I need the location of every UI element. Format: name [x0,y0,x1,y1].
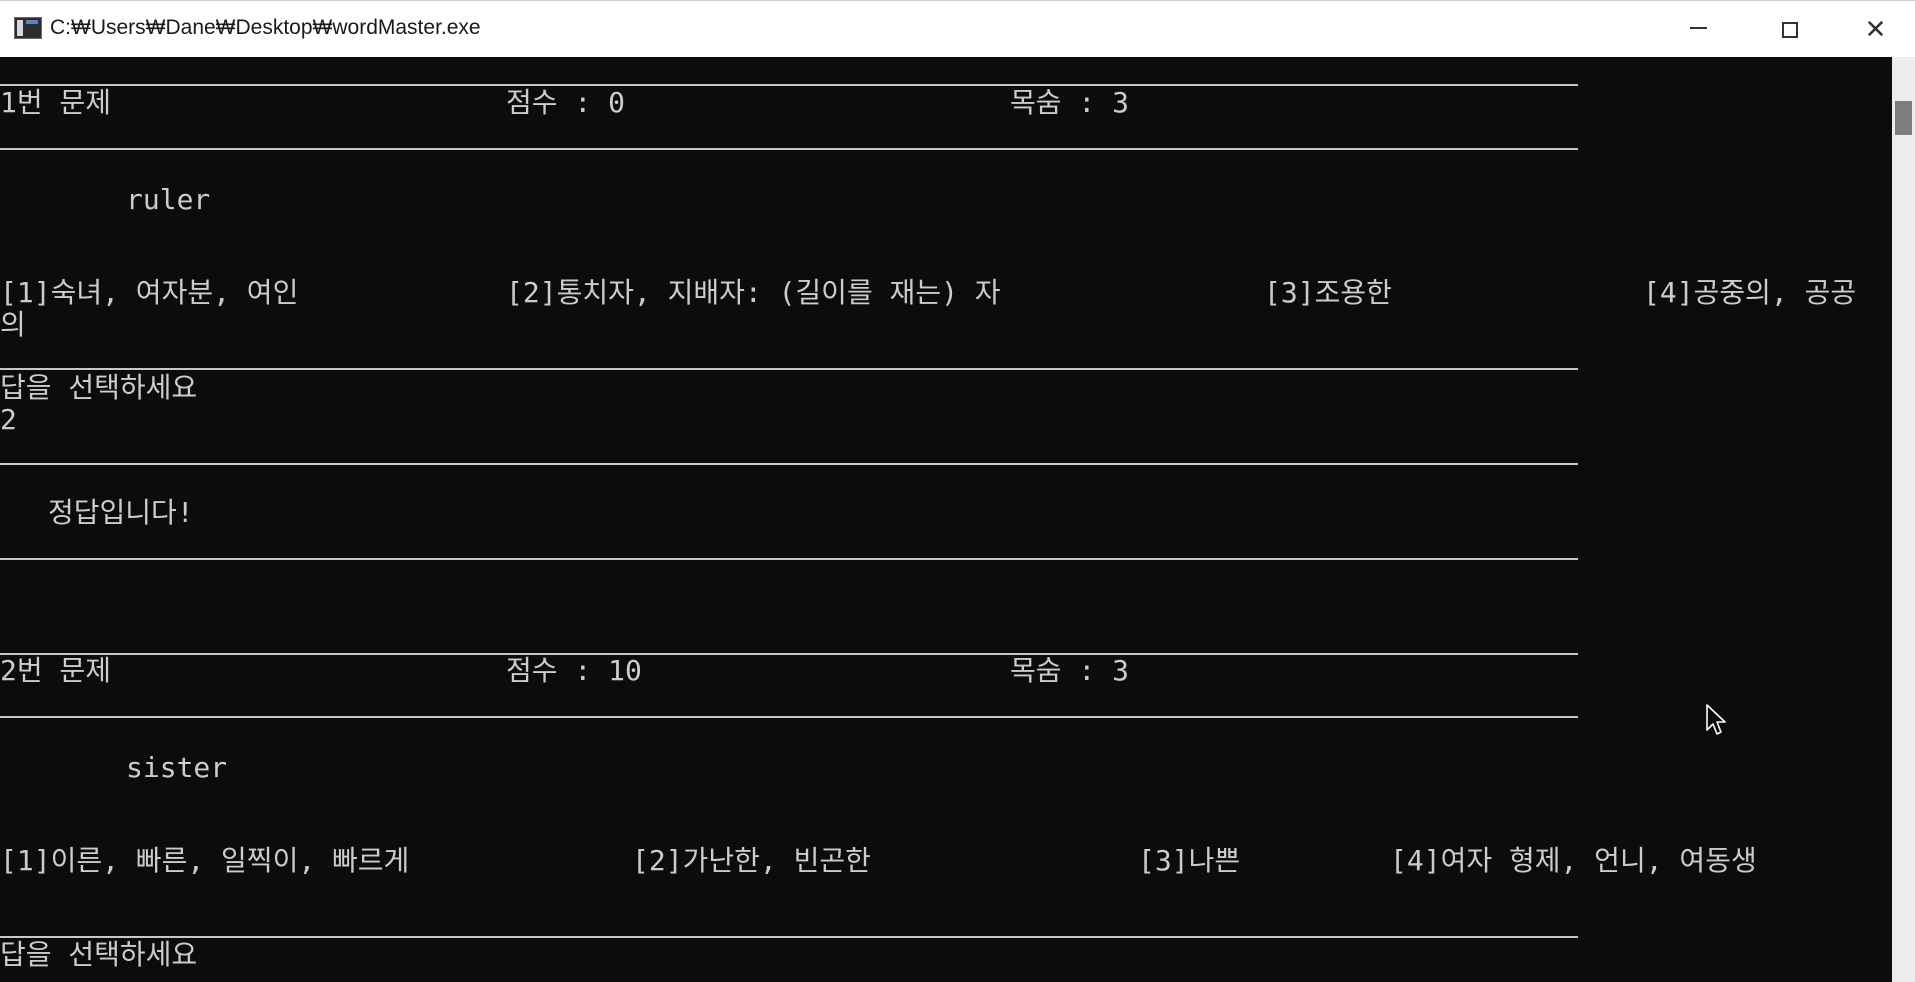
minimize-button[interactable] [1652,1,1744,58]
q2-option-2: [2]가난한, 빈곤한 [632,844,871,877]
scrollbar-thumb[interactable] [1895,101,1912,135]
mouse-pointer-icon [1706,704,1726,735]
minimize-icon [1689,26,1707,29]
q1-result: 정답입니다! [48,496,194,529]
q1-word: ruler [126,183,211,216]
q2-lives: 목숨 : 3 [1010,654,1129,687]
q1-prompt: 답을 선택하세요 [0,371,198,404]
q2-option-3: [3]나쁜 [1138,844,1241,877]
q2-option-4: [4]여자 형제, 언니, 여동생 [1390,844,1757,877]
divider [0,368,1578,370]
divider [0,716,1578,718]
q1-score: 점수 : 0 [506,86,625,119]
divider [0,148,1578,150]
q1-option-3: [3]조용한 [1264,276,1392,309]
maximize-icon [1782,21,1798,38]
divider [0,653,1578,655]
q2-option-1: [1]이른, 빠른, 일찍이, 빠르게 [0,844,410,877]
q1-option-2: [2]통치자, 지배자: (길이를 재는) 자 [506,276,1001,309]
divider [0,84,1578,86]
title-bar: C:₩Users₩Dane₩Desktop₩wordMaster.exe ✕ [0,0,1915,57]
maximize-button[interactable] [1744,1,1836,58]
q2-prompt: 답을 선택하세요 [0,938,198,971]
q1-option-4-wrap: 의 [0,308,26,341]
q1-option-1: [1]숙녀, 여자분, 여인 [0,276,299,309]
q2-number: 2번 문제 [0,654,111,687]
divider [0,558,1578,560]
divider [0,463,1578,465]
vertical-scrollbar[interactable] [1892,57,1915,982]
q1-option-4: [4]공중의, 공공 [1643,276,1857,309]
close-icon: ✕ [1864,14,1887,45]
q2-word: sister [126,751,228,784]
q2-score: 점수 : 10 [506,654,642,687]
q1-answer-input: 2 [0,403,17,436]
close-button[interactable]: ✕ [1836,1,1915,58]
q1-lives: 목숨 : 3 [1010,86,1129,119]
window-title: C:₩Users₩Dane₩Desktop₩wordMaster.exe [50,16,481,39]
q1-number: 1번 문제 [0,86,111,119]
console-app-icon [14,17,42,39]
divider [0,936,1578,938]
